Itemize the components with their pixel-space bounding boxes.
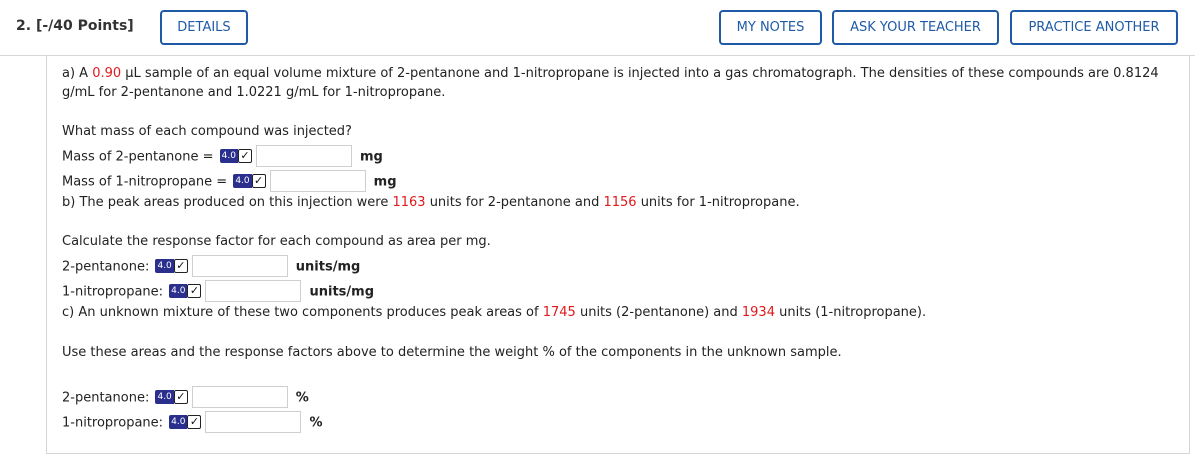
answer-label: 1-nitropropane:: [62, 415, 168, 431]
answer-row-weight-2-pentanone: 2-pentanone: 4.0 ✓%: [62, 386, 309, 410]
check-icon: ✓: [187, 284, 202, 298]
peak-area-2-pentanone: 1163: [392, 195, 426, 210]
weight-1-nitropropane-input[interactable]: [205, 411, 302, 433]
answer-row-mass-2-pentanone: Mass of 2-pentanone = 4.0 ✓ mg: [62, 145, 383, 169]
response-1-nitropropane-input[interactable]: [205, 280, 302, 302]
ask-your-teacher-button[interactable]: ASK YOUR TEACHER: [832, 10, 999, 45]
answer-unit: units/mg: [295, 259, 361, 275]
points-label: [-/40 Points]: [35, 18, 134, 34]
sigfig-badge-icon[interactable]: 4.0 ✓: [233, 174, 266, 188]
answer-label: 1-nitropropane:: [62, 284, 168, 300]
sigfig-badge-icon[interactable]: 4.0 ✓: [155, 390, 188, 404]
part-b-prompt: Calculate the response factor for each c…: [62, 234, 491, 249]
answer-label: 2-pentanone:: [62, 259, 154, 275]
peak-area-1-nitropropane: 1156: [603, 195, 637, 210]
unknown-area-2-pentanone: 1745: [542, 305, 576, 320]
check-icon: ✓: [173, 259, 188, 273]
sigfig-badge-icon[interactable]: 4.0 ✓: [219, 149, 252, 163]
question-header: 2. [-/40 Points] DETAILS MY NOTES ASK YO…: [0, 0, 1195, 56]
question-title: 2. [-/40 Points]: [16, 18, 134, 34]
answer-unit: mg: [359, 149, 383, 165]
check-icon: ✓: [187, 415, 202, 429]
sigfig-badge-icon[interactable]: 4.0 ✓: [169, 415, 202, 429]
my-notes-button[interactable]: MY NOTES: [719, 10, 822, 45]
check-icon: ✓: [237, 149, 252, 163]
response-2-pentanone-input[interactable]: [191, 255, 288, 277]
part-a-text-line-1: a) A 0.90 µL sample of an equal volume m…: [62, 66, 1159, 81]
answer-row-weight-1-nitropropane: 1-nitropropane: 4.0 ✓%: [62, 411, 323, 435]
part-a-prompt: What mass of each compound was injected?: [62, 124, 352, 139]
mass-2-pentanone-input[interactable]: [255, 145, 352, 167]
part-b-text: b) The peak areas produced on this injec…: [62, 195, 800, 210]
mass-1-nitropropane-input[interactable]: [269, 170, 366, 192]
sigfig-badge-icon[interactable]: 4.0 ✓: [155, 259, 188, 273]
part-a-text-line-2: g/mL for 2-pentanone and 1.0221 g/mL for…: [62, 85, 446, 100]
answer-label: Mass of 1-nitropropane =: [62, 174, 232, 190]
details-button[interactable]: DETAILS: [160, 10, 248, 45]
answer-row-response-2-pentanone: 2-pentanone: 4.0 ✓ units/mg: [62, 255, 360, 279]
weight-2-pentanone-input[interactable]: [191, 386, 288, 408]
sigfig-badge-icon[interactable]: 4.0 ✓: [169, 284, 202, 298]
check-icon: ✓: [251, 174, 266, 188]
answer-unit: mg: [373, 174, 397, 190]
check-icon: ✓: [173, 390, 188, 404]
unknown-area-1-nitropropane: 1934: [741, 305, 775, 320]
part-c-text: c) An unknown mixture of these two compo…: [62, 305, 927, 320]
practice-another-button[interactable]: PRACTICE ANOTHER: [1010, 10, 1178, 45]
answer-label: Mass of 2-pentanone =: [62, 149, 218, 165]
answer-unit: %: [309, 415, 323, 431]
question-content: a) A 0.90 µL sample of an equal volume m…: [46, 56, 1190, 454]
answer-label: 2-pentanone:: [62, 390, 154, 406]
answer-row-mass-1-nitropropane: Mass of 1-nitropropane = 4.0 ✓ mg: [62, 170, 397, 194]
answer-unit: units/mg: [309, 284, 375, 300]
question-number: 2.: [16, 18, 32, 34]
answer-unit: %: [295, 390, 309, 406]
answer-row-response-1-nitropropane: 1-nitropropane: 4.0 ✓ units/mg: [62, 280, 374, 304]
volume-value: 0.90: [92, 66, 122, 81]
part-c-prompt: Use these areas and the response factors…: [62, 345, 842, 360]
